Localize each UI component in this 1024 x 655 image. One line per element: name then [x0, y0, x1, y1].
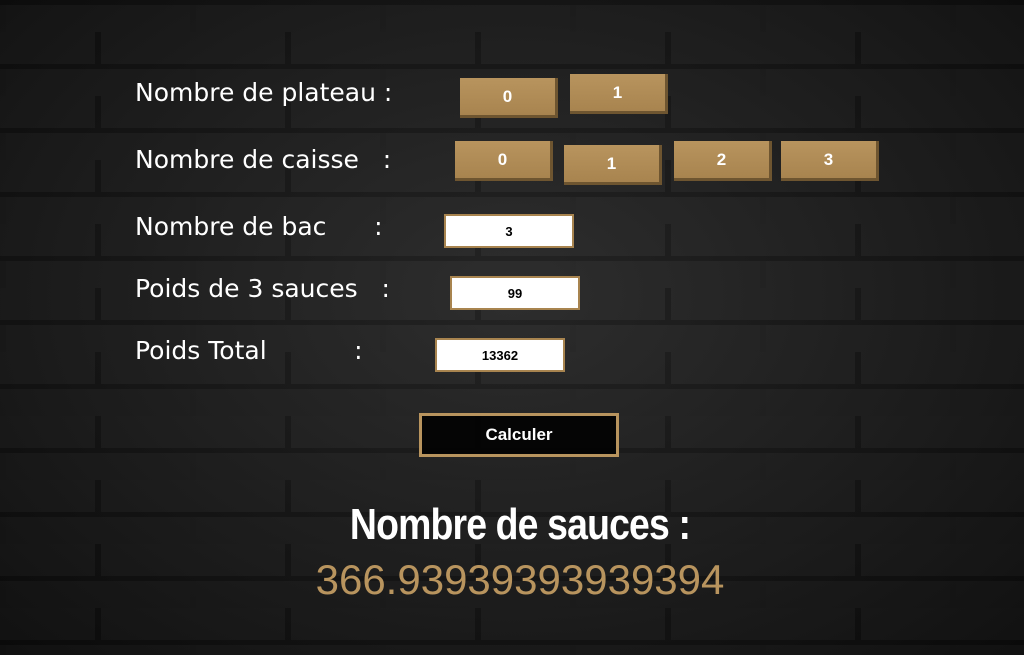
- caisse-option-2-button[interactable]: 2: [674, 141, 772, 181]
- plateau-option-0-button[interactable]: 0: [460, 78, 558, 118]
- caisse-option-3-button[interactable]: 3: [781, 141, 879, 181]
- result-title: Nombre de sauces :: [349, 500, 691, 549]
- plateau-option-1-button[interactable]: 1: [570, 74, 668, 114]
- poids-sauces-label: Poids de 3 sauces :: [135, 274, 390, 303]
- caisse-label: Nombre de caisse :: [135, 145, 392, 174]
- bac-label: Nombre de bac :: [135, 212, 383, 241]
- caisse-option-0-button[interactable]: 0: [455, 141, 553, 181]
- poids-total-input[interactable]: 13362: [435, 338, 565, 372]
- poids-total-label: Poids Total :: [135, 336, 363, 365]
- caisse-option-1-button[interactable]: 1: [564, 145, 662, 185]
- poids-sauces-input[interactable]: 99: [450, 276, 580, 310]
- calculate-button[interactable]: Calculer: [419, 413, 619, 457]
- result-value: 366.93939393939394: [315, 556, 725, 603]
- plateau-label: Nombre de plateau :: [135, 78, 393, 107]
- bac-input[interactable]: 3: [444, 214, 574, 248]
